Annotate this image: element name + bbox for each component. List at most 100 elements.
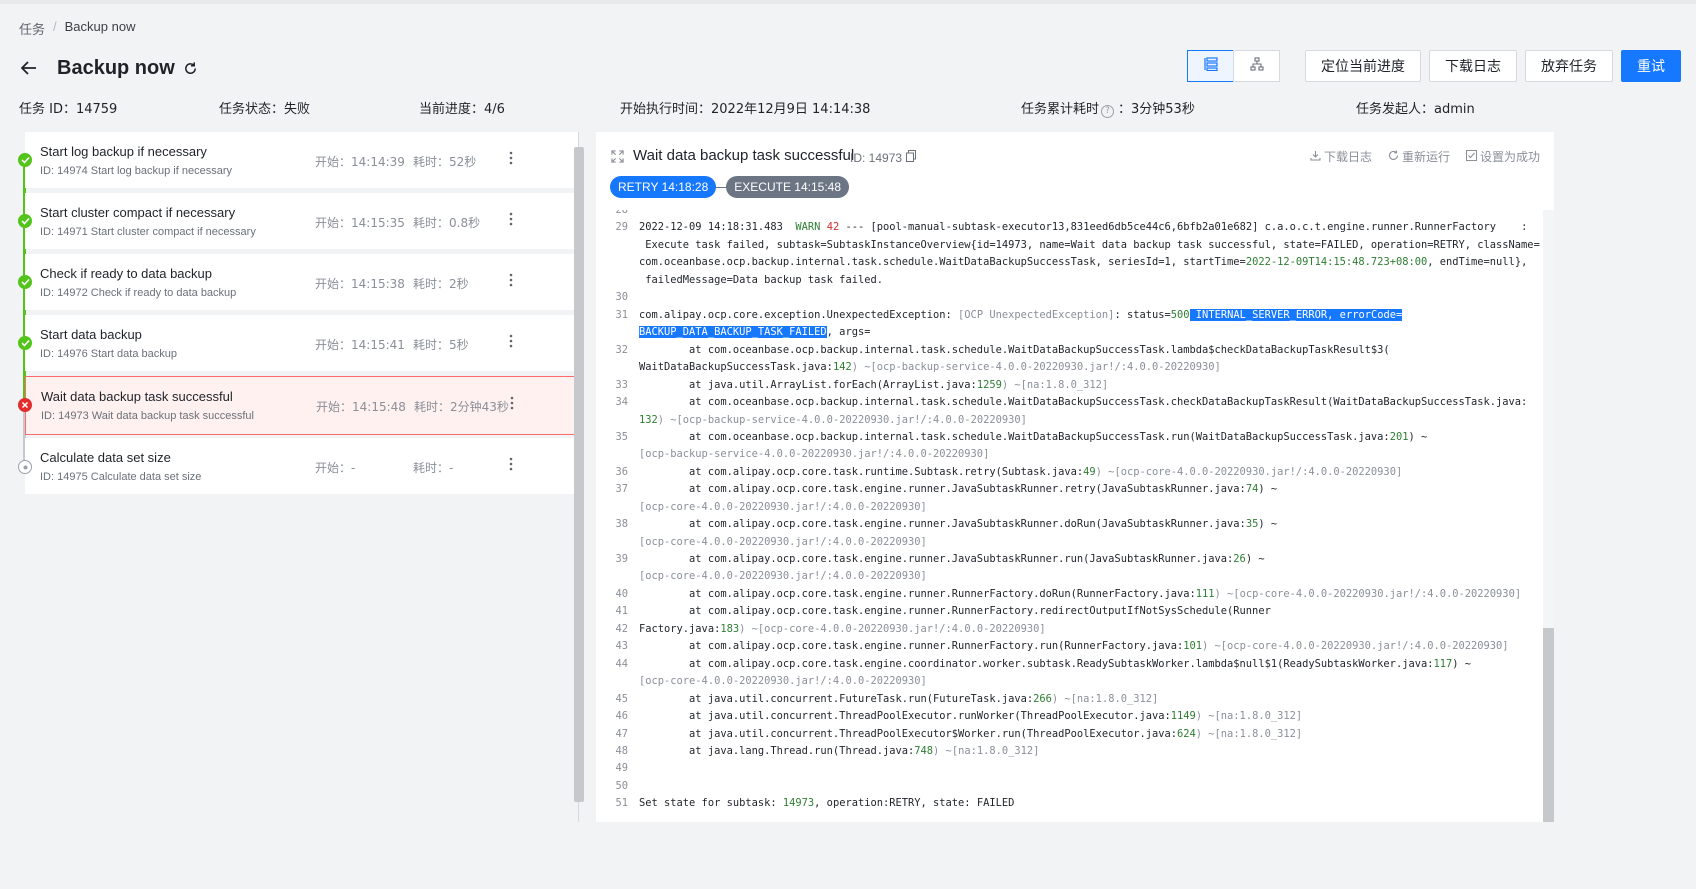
subtask-duration: 耗时：5秒: [413, 338, 469, 352]
subtask-name: Start data backup: [40, 327, 142, 342]
line-number: 49: [615, 762, 628, 775]
log-line: at com.alipay.ocp.core.task.engine.coord…: [639, 658, 1472, 670]
subtask-item[interactable]: Start log backup if necessary ID: 14974 …: [25, 132, 579, 188]
log-line: [ocp-backup-service-4.0.0-20220930.jar!/…: [639, 448, 990, 460]
subtask-id: ID: 14974 Start log backup if necessary: [40, 165, 232, 177]
subtask-id: ID: 14975 Calculate data set size: [40, 471, 202, 483]
log-line: [ocp-core-4.0.0-20220930.jar!/:4.0.0-202…: [639, 501, 927, 513]
line-number: 32: [615, 343, 628, 356]
detail-set-success[interactable]: 设置为成功: [1465, 148, 1540, 165]
subtask-name: Calculate data set size: [40, 450, 171, 465]
pending-dot-icon: [18, 460, 32, 474]
refresh-icon[interactable]: [183, 60, 199, 76]
subtask-list: Start log backup if necessary ID: 14974 …: [25, 132, 579, 499]
subtask-id: ID: 14972 Check if ready to data backup: [40, 287, 237, 299]
detail-download-log[interactable]: 下载日志: [1310, 148, 1372, 165]
success-check-icon: [18, 275, 32, 289]
log-line: at com.oceanbase.ocp.backup.internal.tas…: [639, 396, 1528, 408]
retry-button[interactable]: 重试: [1621, 50, 1681, 82]
subtask-item[interactable]: Calculate data set size ID: 14975 Calcul…: [25, 438, 579, 494]
copy-icon[interactable]: [906, 150, 917, 165]
log-scrollbar[interactable]: [1543, 628, 1554, 822]
detail-id: ID: 14973: [850, 150, 917, 165]
log-line: at java.util.concurrent.FutureTask.run(F…: [639, 693, 1159, 705]
pill-connector: [716, 186, 727, 188]
subtask-item[interactable]: Start cluster compact if necessary ID: 1…: [25, 193, 579, 249]
task-id: 任务 ID：14759: [19, 102, 118, 117]
more-icon[interactable]: [505, 454, 517, 474]
checkbox-icon: [1465, 149, 1477, 164]
detail-id-text: ID: 14973: [850, 150, 903, 165]
rerun-icon: [1388, 150, 1399, 164]
elapsed-label: 任务累计耗时: [1021, 102, 1100, 117]
line-number: 51: [615, 797, 628, 810]
more-icon[interactable]: [506, 393, 518, 413]
line-number: 46: [615, 710, 628, 723]
detail-rerun[interactable]: 重新运行: [1388, 148, 1450, 165]
line-number: 28: [615, 210, 628, 216]
line-number: 36: [615, 465, 628, 478]
subtask-item[interactable]: Check if ready to data backup ID: 14972 …: [25, 254, 579, 310]
line-number: 31: [615, 308, 628, 321]
detail-title: Wait data backup task successful: [633, 147, 855, 164]
subtask-name: Check if ready to data backup: [40, 266, 212, 281]
log-line: WaitDataBackupSuccessTask.java:142) ~[oc…: [639, 361, 1221, 373]
log-line: Execute task failed, subtask=SubtaskInst…: [639, 239, 1540, 251]
subtask-name: Start cluster compact if necessary: [40, 205, 236, 220]
task-progress: 当前进度：4/6: [419, 102, 505, 117]
tree-view-button[interactable]: [1233, 50, 1280, 82]
help-icon[interactable]: ?: [1101, 105, 1115, 118]
line-number: 34: [615, 395, 628, 408]
line-number: 40: [615, 587, 628, 600]
subtask-start: 开始：14:15:38: [315, 277, 405, 291]
log-line: at com.alipay.ocp.core.task.engine.runne…: [639, 518, 1278, 530]
log-line: [ocp-core-4.0.0-20220930.jar!/:4.0.0-202…: [639, 675, 927, 687]
retry-pill[interactable]: RETRY 14:18:28: [610, 176, 717, 198]
log-line: Factory.java:183) ~[ocp-core-4.0.0-20220…: [639, 623, 1046, 635]
subtask-duration: 耗时：2秒: [413, 277, 469, 291]
line-number: 43: [615, 640, 628, 653]
top-edge: [0, 0, 1696, 4]
log-line: at com.alipay.ocp.core.task.engine.runne…: [639, 483, 1278, 495]
line-number: 42: [615, 622, 628, 635]
log-line: at com.oceanbase.ocp.backup.internal.tas…: [639, 344, 1390, 356]
subtask-duration: 耗时：0.8秒: [413, 216, 481, 230]
more-icon[interactable]: [505, 209, 517, 229]
download-icon: [1310, 150, 1321, 164]
expand-icon[interactable]: [611, 150, 625, 164]
list-view-button[interactable]: [1187, 50, 1234, 82]
log-line: at com.oceanbase.ocp.backup.internal.tas…: [639, 431, 1428, 443]
line-number: 33: [615, 378, 628, 391]
more-icon[interactable]: [505, 148, 517, 168]
breadcrumb-parent[interactable]: 任务: [19, 19, 45, 38]
log-line: at java.util.ArrayList.forEach(ArrayList…: [639, 379, 1109, 391]
success-check-icon: [18, 153, 32, 167]
breadcrumb-separator: /: [53, 19, 57, 34]
download-log-button[interactable]: 下载日志: [1429, 50, 1517, 82]
task-info-row: 任务 ID：14759 任务状态：失败 当前进度：4/6 开始执行时间：2022…: [19, 98, 1679, 118]
subtask-id: ID: 14971 Start cluster compact if neces…: [40, 226, 256, 238]
failed-x-icon: [18, 398, 32, 412]
list-scrollbar[interactable]: [574, 147, 584, 802]
line-number: 44: [615, 657, 628, 670]
subtask-item-selected[interactable]: Wait data backup task successful ID: 149…: [25, 376, 579, 435]
log-line: com.oceanbase.ocp.backup.internal.task.s…: [639, 256, 1528, 268]
log-line: BACKUP_DATA_BACKUP_TASK_FAILED, args=: [639, 326, 871, 338]
page-title: Backup now: [57, 56, 175, 79]
more-icon[interactable]: [505, 270, 517, 290]
log-line: com.alipay.ocp.core.exception.Unexpected…: [639, 309, 1403, 321]
log-line: 2022-12-09 14:18:31.483 WARN 42 --- [poo…: [639, 221, 1528, 233]
subtask-item[interactable]: Start data backup ID: 14976 Start data b…: [25, 315, 579, 371]
back-arrow-icon[interactable]: [19, 58, 39, 78]
log-line: at com.alipay.ocp.core.task.engine.runne…: [639, 588, 1522, 600]
elapsed-value: ：3分钟53秒: [1118, 102, 1195, 117]
line-number: 45: [615, 692, 628, 705]
log-line: at java.util.concurrent.ThreadPoolExecut…: [639, 710, 1303, 722]
subtask-start: 开始：14:15:35: [315, 216, 405, 230]
execute-pill[interactable]: EXECUTE 14:15:48: [726, 176, 850, 198]
task-elapsed: 任务累计耗时? ：3分钟53秒: [1021, 98, 1195, 118]
log-viewer[interactable]: 28 29 30 31 32 33 34 35 36 37 38 39 40 41 42 43 44 45 46 47…: [596, 210, 1554, 822]
more-icon[interactable]: [505, 331, 517, 351]
abandon-task-button[interactable]: 放弃任务: [1525, 50, 1613, 82]
locate-progress-button[interactable]: 定位当前进度: [1305, 50, 1421, 82]
